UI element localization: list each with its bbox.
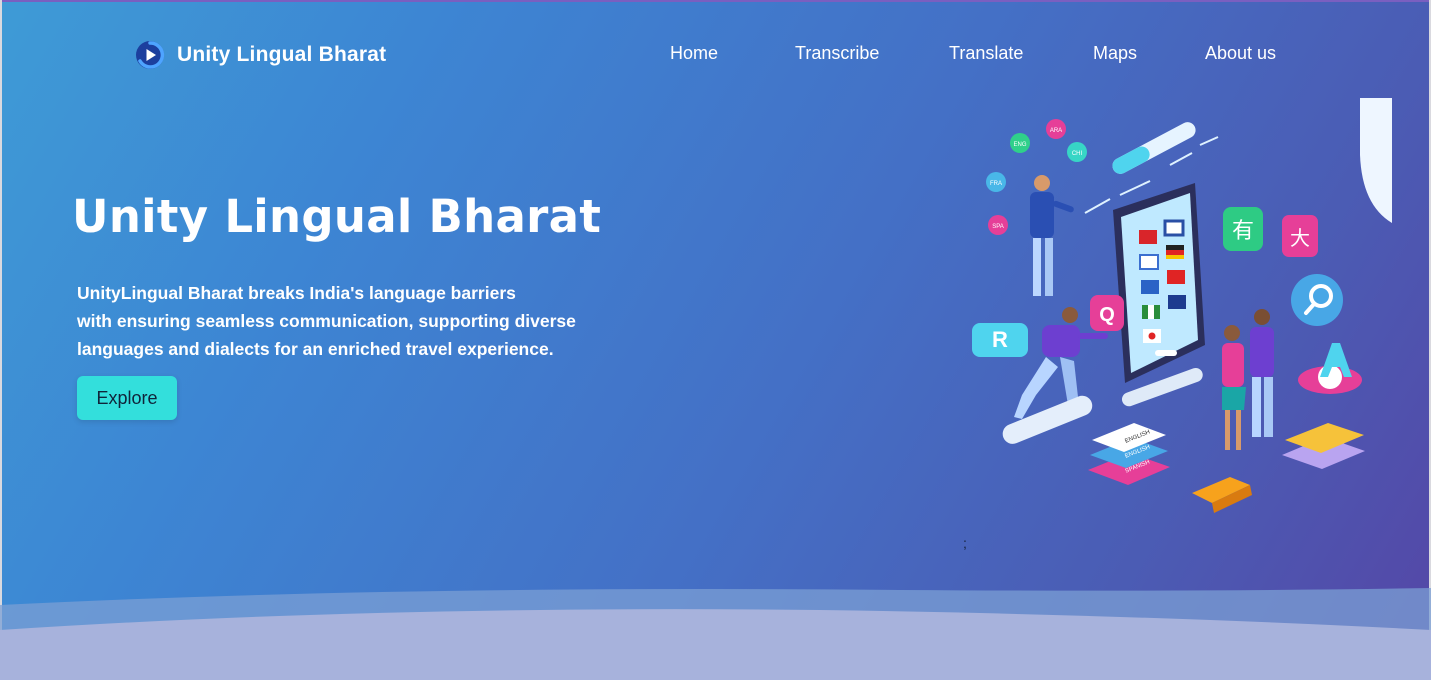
nav-translate[interactable]: Translate [949,43,1023,64]
explore-button[interactable]: Explore [77,376,177,420]
nav-maps[interactable]: Maps [1093,43,1137,64]
main-nav: Home Transcribe Translate Maps About us [0,43,1431,67]
standing-man-figure [1030,175,1074,296]
bubble-label: ENG [1013,142,1026,148]
hero-title: Unity Lingual Bharat [72,190,602,243]
bubble-label: SPA [992,224,1004,230]
nav-transcribe[interactable]: Transcribe [795,43,879,64]
hero-description-line: with ensuring seamless communication, su… [77,311,576,331]
right-books-stack [1282,423,1365,469]
progress-pill-fill [1112,146,1150,174]
hero-section: Unity Lingual Bharat Home Transcribe Tra… [0,0,1431,680]
books-stack: SPANISH ENGLISH ENGLISH [1088,423,1170,485]
bottom-waves [0,588,1431,680]
translation-app-illustration: ENG ARA CHI FRA SPA 有 大 R Q SPANISH ENGL… [972,98,1392,513]
nav-home[interactable]: Home [670,43,718,64]
decorative-sheet [1360,98,1392,223]
top-border [0,0,1431,2]
shadow-slab [1002,395,1093,444]
tile-glyph: R [992,327,1008,352]
nav-about-us[interactable]: About us [1205,43,1276,64]
bubble-label: ARA [1050,128,1062,134]
search-bubble [1291,274,1343,326]
bubble-label: FRA [990,181,1002,187]
stray-semicolon-text: ; [963,535,967,551]
bubble-label: CHI [1072,151,1083,157]
hero-description-line: UnityLingual Bharat breaks India's langu… [77,283,516,303]
tile-glyph: Q [1099,304,1115,326]
hero-description-line: languages and dialects for an enriched t… [77,339,554,359]
hero-description: UnityLingual Bharat breaks India's langu… [77,279,637,363]
couple-figures [1222,309,1274,450]
smartphone [1113,183,1205,383]
tile-glyph: 大 [1290,226,1310,250]
tile-glyph: 有 [1232,219,1254,244]
